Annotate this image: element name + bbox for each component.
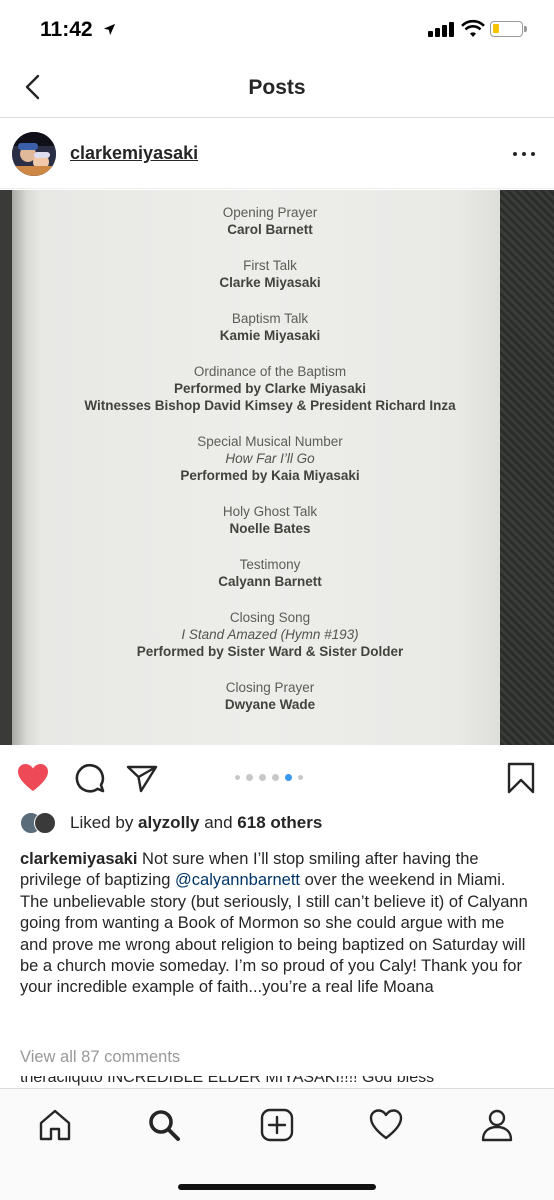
plus-square-icon[interactable] [259, 1107, 295, 1143]
status-time: 11:42 [40, 18, 117, 42]
comment-preview[interactable]: theracliquto INCREDIBLE ELDER MIYASAKI!!… [20, 1076, 540, 1088]
carousel-dot [272, 774, 279, 781]
background-fabric [500, 190, 554, 745]
program-label: Testimony [239, 557, 301, 572]
home-icon[interactable] [37, 1107, 73, 1143]
program-item: Testimony Calyann Barnett [60, 556, 480, 590]
program-item: Ordinance of the Baptism Performed by Cla… [60, 363, 480, 414]
bookmark-icon[interactable] [504, 761, 538, 795]
likes-prefix: Liked by [70, 813, 139, 832]
program-name: Dwyane Wade [224, 697, 316, 712]
program-name: Performed by Sister Ward & Sister Dolder [136, 644, 404, 659]
program-item: Closing Prayer Dwyane Wade [60, 679, 480, 713]
program-name: Calyann Barnett [218, 574, 322, 589]
program-name: Performed by Clarke Miyasaki [173, 381, 367, 396]
program-name: Kamie Miyasaki [219, 328, 321, 343]
program-label: First Talk [243, 258, 297, 273]
comment-preview-text: theracliquto INCREDIBLE ELDER MIYASAKI!!… [20, 1076, 435, 1086]
program-label: Holy Ghost Talk [222, 504, 318, 519]
search-icon[interactable] [146, 1107, 182, 1143]
caption-mention[interactable]: @calyannbarnett [175, 871, 300, 889]
cellular-signal-icon [428, 21, 456, 37]
liker-username[interactable]: alyzolly [138, 813, 199, 832]
post-username[interactable]: clarkemiyasaki [70, 143, 198, 164]
carousel-dot [246, 774, 253, 781]
carousel-dot [259, 774, 266, 781]
more-horizontal-icon[interactable] [512, 143, 536, 163]
user-icon[interactable] [479, 1107, 515, 1143]
program-item: Closing Song I Stand Amazed (Hymn #193) Pe… [60, 609, 480, 660]
battery-icon [490, 21, 527, 37]
carousel-indicator [235, 774, 315, 782]
program-item: Baptism Talk Kamie Miyasaki [60, 310, 480, 344]
share-icon[interactable] [125, 761, 159, 795]
carousel-dot [235, 775, 240, 780]
program-name: Noelle Bates [229, 521, 311, 536]
likes-count[interactable]: 618 others [237, 813, 322, 832]
program-name: Clarke Miyasaki [219, 275, 321, 290]
program-song-title: How Far I’ll Go [225, 451, 315, 466]
post-header: clarkemiyasaki [0, 119, 554, 189]
program-name: Carol Barnett [227, 222, 313, 237]
program-label: Special Musical Number [197, 434, 343, 449]
program-item: Special Musical Number How Far I’ll Go Per… [60, 433, 480, 484]
avatar [34, 812, 56, 834]
carousel-dot [298, 775, 303, 780]
comment-icon[interactable] [73, 761, 107, 795]
wifi-icon [461, 19, 485, 37]
program-song-title: I Stand Amazed (Hymn #193) [181, 627, 359, 642]
status-bar: 11:42 [0, 0, 554, 60]
liker-avatars [20, 812, 64, 834]
post-actions [0, 745, 554, 809]
likes-text: Liked by alyzolly and 618 others [70, 813, 322, 833]
caption-username[interactable]: clarkemiyasaki [20, 850, 137, 868]
baptism-program: Opening Prayer Carol Barnett First Talk Cla… [60, 204, 480, 732]
program-item: Opening Prayer Carol Barnett [60, 204, 480, 238]
post-photo[interactable]: Opening Prayer Carol Barnett First Talk Cla… [0, 190, 554, 745]
program-label: Opening Prayer [222, 205, 318, 220]
program-label: Closing Song [229, 610, 311, 625]
tab-bar [0, 1088, 554, 1200]
heart-icon[interactable] [368, 1107, 404, 1143]
navigation-bar: Posts [0, 60, 554, 118]
program-label: Ordinance of the Baptism [193, 364, 347, 379]
likes-middle: and [199, 813, 238, 832]
caption-text: over the weekend in Miami. The unbelieva… [20, 871, 528, 997]
page-title: Posts [248, 76, 306, 99]
program-item: Holy Ghost Talk Noelle Bates [60, 503, 480, 537]
program-item: First Talk Clarke Miyasaki [60, 257, 480, 291]
program-label: Baptism Talk [231, 311, 309, 326]
home-indicator[interactable] [178, 1184, 376, 1190]
avatar[interactable] [12, 132, 56, 176]
program-witnesses: Witnesses Bishop David Kimsey & Presiden… [84, 398, 456, 413]
likes-row[interactable]: Liked by alyzolly and 618 others [20, 811, 540, 837]
carousel-dot-active [285, 774, 292, 781]
heart-filled-icon[interactable] [16, 761, 50, 795]
program-label: Closing Prayer [225, 680, 315, 695]
view-all-comments-link[interactable]: View all 87 comments [20, 1048, 180, 1067]
location-arrow-icon [104, 23, 116, 36]
program-name: Performed by Kaia Miyasaki [180, 468, 360, 483]
clock-text: 11:42 [40, 18, 93, 41]
post-caption: clarkemiyasaki Not sure when I’ll stop s… [20, 849, 536, 999]
